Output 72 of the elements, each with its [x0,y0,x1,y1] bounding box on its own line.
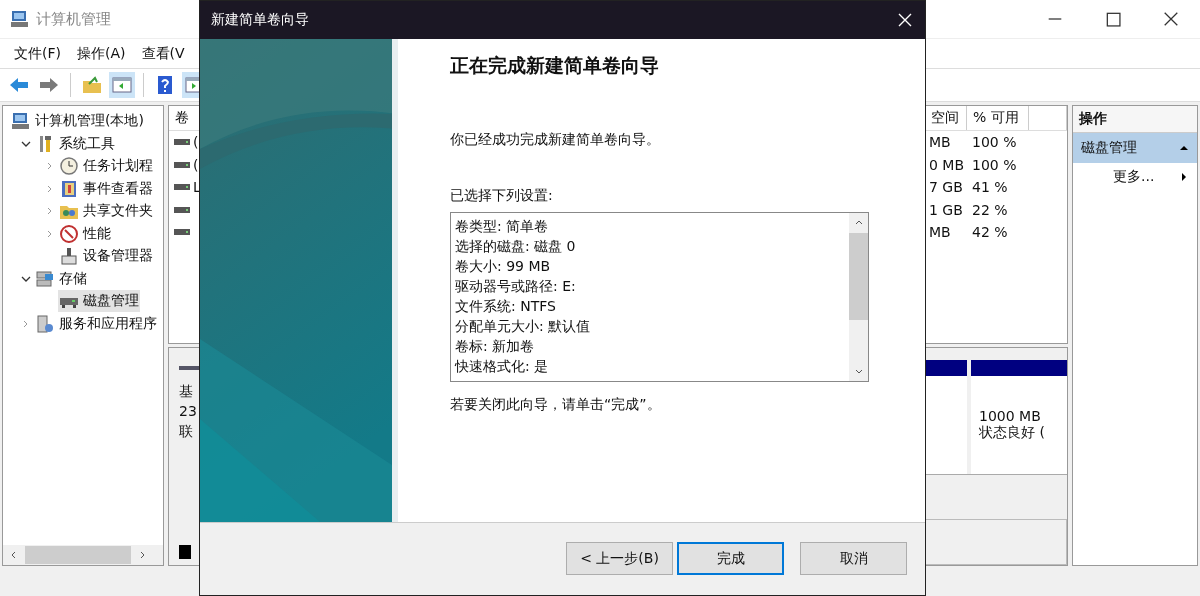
tree-item[interactable]: 计算机管理(本地) [10,110,145,133]
legend-swatch [179,545,191,559]
tree-item[interactable]: 系统工具 [34,132,116,155]
actions-title: 操作 [1073,106,1197,133]
clock-icon [59,156,79,177]
table-cell-text: 41 % [971,179,1009,196]
drive-icon [174,161,190,168]
tree-item[interactable]: 存储 [34,267,88,290]
setting-line: 文件系统: NTFS [455,296,557,316]
setting-line: 驱动器号或路径: E: [455,276,577,296]
scrollbar-thumb[interactable] [849,232,868,320]
drive-icon [174,229,190,236]
tree-item[interactable]: 服务和应用程序 [34,312,158,335]
dialog-button[interactable]: 取消 [800,542,907,576]
gauge-icon [59,223,79,244]
disk-info: 23 [179,403,198,420]
dialog-button[interactable]: 完成 [677,542,784,576]
tree-item[interactable]: 任务计划程 [58,155,154,178]
computer-icon [10,9,30,29]
setting-line: 卷类型: 简单卷 [455,216,550,236]
device-icon [59,246,79,267]
table-cell-text: 42 % [971,224,1009,241]
closing-text: 若要关闭此向导，请单击“完成”。 [450,395,662,414]
table-cell-text: MB [928,134,952,151]
tree-item[interactable]: 设备管理器 [58,245,154,268]
setting-line: 选择的磁盘: 磁盘 0 [455,236,577,256]
window-title: 计算机管理 [36,9,111,29]
table-cell-text: MB [928,224,952,241]
table-cell-text: 100 % [971,156,1018,173]
action-item[interactable]: 更多... [1073,163,1197,191]
partition-block[interactable]: 1000 MB 状态良好 ( [971,360,1067,474]
disk-info: 基 [179,383,194,400]
table-cell-text: 1 GB [928,201,964,218]
drive-icon [174,139,190,146]
storage-icon [35,268,55,289]
setting-line: 快速格式化: 是 [455,356,550,376]
drive-icon [174,206,190,213]
table-cell-text: 100 % [971,134,1018,151]
table-cell: ( [193,134,199,151]
table-cell-text: 7 GB [928,179,964,196]
panel-toggle-icon[interactable] [109,72,135,98]
dialog-title: 新建简单卷向导 [211,10,309,29]
tree-item[interactable]: 性能 [58,222,112,245]
table-cell-text: 22 % [971,201,1009,218]
collapse-triangle-icon[interactable] [1179,143,1189,153]
tree-item[interactable]: 事件查看器 [58,177,154,200]
menu-item[interactable]: 文件(F) [6,42,69,65]
settings-label: 已选择下列设置: [450,186,554,205]
setting-line: 卷标: 新加卷 [455,336,536,356]
dialog-button[interactable]: < 上一步(B) [566,542,673,576]
tree-item[interactable]: 磁盘管理 [58,290,140,313]
menu-item[interactable]: 查看(V [133,42,193,65]
tree-item[interactable]: 共享文件夹 [58,200,154,223]
setting-line: 分配单元大小: 默认值 [455,316,592,336]
submenu-triangle-icon[interactable] [1179,172,1189,182]
wizard-heading: 正在完成新建简单卷向导 [450,52,660,78]
partition-size: 1000 MB [979,408,1042,424]
table-cell-text: 0 MB [928,156,966,173]
intro-text: 你已经成功完成新建简单卷向导。 [450,130,661,149]
server-icon [35,313,55,334]
partition-block[interactable] [923,360,967,474]
log-book-icon [59,178,79,199]
action-item[interactable]: 磁盘管理 [1073,133,1197,163]
menu-item[interactable]: 操作(A) [69,42,134,65]
drive-icon [174,184,190,191]
partition-status: 状态良好 ( [979,424,1046,442]
table-cell: ( [193,156,199,173]
computer-icon [11,111,31,132]
disk-info: 联 [179,423,194,440]
setting-line: 卷大小: 99 MB [455,256,552,276]
scrollbar-thumb[interactable] [25,546,131,564]
settings-list[interactable]: 卷类型: 简单卷 选择的磁盘: 磁盘 0 卷大小: 99 MB 驱动器号或路径: E: 文件系统: NTFS 分配单元大小: 默认值 卷标: 新加卷 快速格式化: 是 [450,211,869,382]
